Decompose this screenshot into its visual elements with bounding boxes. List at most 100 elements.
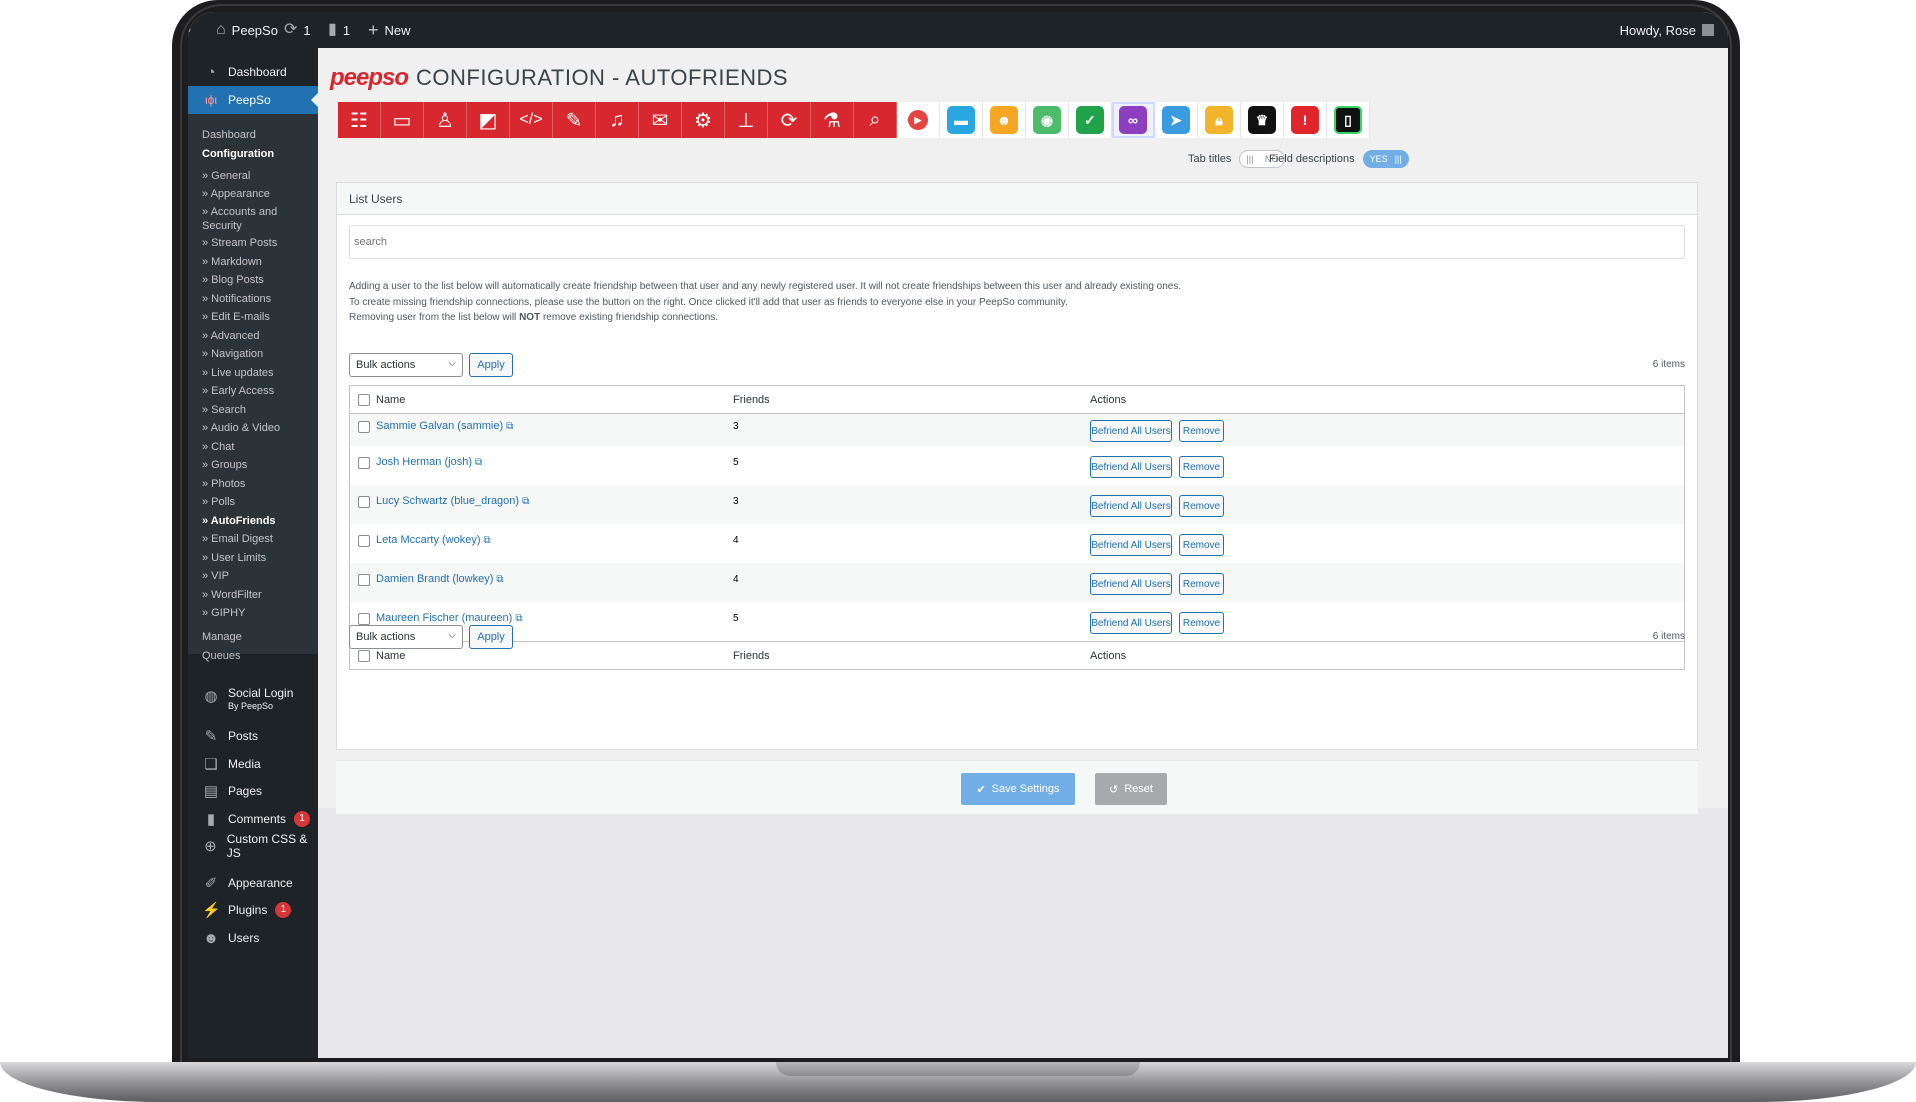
tab-giphy[interactable]: ▯ — [1327, 102, 1370, 138]
user-profile-link[interactable]: Damien Brandt (lowkey) — [376, 573, 493, 585]
submenu-config-item[interactable]: » Email Digest — [202, 532, 312, 546]
submenu-manage[interactable]: Manage — [202, 630, 312, 644]
submenu-config-item[interactable]: » Accounts and Security — [202, 205, 312, 233]
submenu-config-item[interactable]: » Photos — [202, 477, 312, 491]
menu-peepso[interactable]: ιϕι PeepSo — [188, 86, 318, 114]
menu-custom-css[interactable]: ⊕ Custom CSS & JS — [188, 832, 318, 860]
remove-button[interactable]: Remove — [1179, 573, 1224, 595]
row-checkbox[interactable] — [358, 574, 370, 586]
submenu-config-item[interactable]: » AutoFriends — [202, 514, 312, 528]
row-checkbox[interactable] — [358, 496, 370, 508]
reset-button[interactable]: ↺ Reset — [1095, 773, 1167, 805]
tab-polls[interactable]: ✓ — [1069, 102, 1112, 138]
tab-markdown[interactable]: </> — [510, 102, 553, 138]
save-settings-button[interactable]: ✔ Save Settings — [961, 773, 1075, 805]
new-content-link[interactable]: + New — [368, 12, 411, 48]
my-account-link[interactable]: Howdy, Rose — [1620, 12, 1714, 48]
external-link-icon[interactable]: ⧉ — [496, 574, 503, 585]
submenu-config-item[interactable]: » Search — [202, 403, 312, 417]
apply-button-top[interactable]: Apply — [469, 353, 513, 377]
submenu-config-item[interactable]: » User Limits — [202, 551, 312, 565]
submenu-config-item[interactable]: » Notifications — [202, 292, 312, 306]
tab-early-access[interactable]: ⚗ — [811, 102, 854, 138]
external-link-icon[interactable]: ⧉ — [506, 421, 513, 432]
row-checkbox[interactable] — [358, 457, 370, 469]
row-checkbox[interactable] — [358, 535, 370, 547]
submenu-dashboard[interactable]: Dashboard — [202, 128, 312, 142]
befriend-all-users-button[interactable]: Befriend All Users — [1090, 534, 1172, 556]
updates-link[interactable]: ⟳ 1 — [284, 12, 311, 48]
befriend-all-users-button[interactable]: Befriend All Users — [1090, 420, 1172, 442]
submenu-config-item[interactable]: » Groups — [202, 458, 312, 472]
tab-chat[interactable]: ▬ — [940, 102, 983, 138]
external-link-icon[interactable]: ⧉ — [522, 496, 529, 507]
submenu-config-item[interactable]: » Appearance — [202, 187, 312, 201]
tab-navigation[interactable]: ⊥ — [725, 102, 768, 138]
tab-groups[interactable]: ☻ — [983, 102, 1026, 138]
remove-button[interactable]: Remove — [1179, 495, 1224, 517]
menu-users[interactable]: ☻ Users — [188, 924, 318, 952]
bulk-actions-select-top[interactable]: Bulk actions ⌵ — [349, 353, 463, 377]
site-name-link[interactable]: ⌂ PeepSo — [216, 12, 278, 48]
tab-advanced[interactable]: ⚙ — [682, 102, 725, 138]
menu-appearance[interactable]: ✐ Appearance — [188, 869, 318, 897]
external-link-icon[interactable]: ⧉ — [475, 457, 482, 468]
external-link-icon[interactable]: ⧉ — [515, 613, 522, 624]
select-all-checkbox-bottom[interactable] — [358, 650, 370, 662]
tab-search[interactable]: ⌕ — [854, 102, 897, 138]
submenu-config-item[interactable]: » WordFilter — [202, 588, 312, 602]
submenu-queues[interactable]: Queues — [202, 649, 312, 663]
menu-plugins[interactable]: ⚡ Plugins 1 — [188, 896, 318, 924]
submenu-config-item[interactable]: » Early Access — [202, 384, 312, 398]
menu-posts[interactable]: ✎ Posts — [188, 722, 318, 750]
tab-wordfilter[interactable]: ! — [1284, 102, 1327, 138]
remove-button[interactable]: Remove — [1179, 456, 1224, 478]
tab-blog-posts[interactable]: ✎ — [553, 102, 596, 138]
submenu-configuration[interactable]: Configuration — [202, 147, 312, 161]
user-profile-link[interactable]: Josh Herman (josh) — [376, 456, 472, 468]
submenu-config-item[interactable]: » Live updates — [202, 366, 312, 380]
comments-link[interactable]: ▮ 1 — [328, 12, 350, 48]
external-link-icon[interactable]: ⧉ — [484, 535, 491, 546]
wordpress-logo[interactable]: ◕ — [188, 12, 192, 48]
select-all-checkbox[interactable] — [358, 394, 370, 406]
bulk-actions-select-bottom[interactable]: Bulk actions ⌵ — [349, 625, 463, 649]
tab-live-updates[interactable]: ⟳ — [768, 102, 811, 138]
row-checkbox[interactable] — [358, 421, 370, 433]
submenu-config-item[interactable]: » Navigation — [202, 347, 312, 361]
tab-notifications[interactable]: ♫ — [596, 102, 639, 138]
search-input[interactable] — [349, 225, 1685, 259]
tab-accounts[interactable]: ♙ — [424, 102, 467, 138]
menu-dashboard[interactable]: ◔ Dashboard — [188, 58, 318, 86]
tab-user-limits[interactable]: 🔒︎ — [1198, 102, 1241, 138]
field-descriptions-switch[interactable]: YES ||| — [1362, 150, 1409, 168]
submenu-config-item[interactable]: » Edit E-mails — [202, 310, 312, 324]
tab-vip[interactable]: ♛ — [1241, 102, 1284, 138]
submenu-config-item[interactable]: » GIPHY — [202, 606, 312, 620]
row-checkbox[interactable] — [358, 613, 370, 625]
user-profile-link[interactable]: Sammie Galvan (sammie) — [376, 420, 503, 432]
apply-button-bottom[interactable]: Apply — [469, 625, 513, 649]
tab-appearance[interactable]: ▭ — [381, 102, 424, 138]
tab-audio-video[interactable]: ▶ — [897, 102, 940, 138]
befriend-all-users-button[interactable]: Befriend All Users — [1090, 612, 1172, 634]
remove-button[interactable]: Remove — [1179, 612, 1224, 634]
tab-photos[interactable]: ◉ — [1026, 102, 1069, 138]
submenu-config-item[interactable]: » Polls — [202, 495, 312, 509]
tab-autofriends[interactable]: ∞ — [1112, 102, 1155, 138]
submenu-config-item[interactable]: » Stream Posts — [202, 236, 312, 250]
user-profile-link[interactable]: Leta Mccarty (wokey) — [376, 534, 481, 546]
befriend-all-users-button[interactable]: Befriend All Users — [1090, 573, 1172, 595]
menu-comments[interactable]: ▮ Comments 1 — [188, 805, 318, 833]
user-profile-link[interactable]: Maureen Fischer (maureen) — [376, 612, 512, 624]
remove-button[interactable]: Remove — [1179, 420, 1224, 442]
submenu-config-item[interactable]: » Blog Posts — [202, 273, 312, 287]
befriend-all-users-button[interactable]: Befriend All Users — [1090, 495, 1172, 517]
tab-emails[interactable]: ✉ — [639, 102, 682, 138]
submenu-config-item[interactable]: » General — [202, 169, 312, 183]
menu-social-login[interactable]: ◍ Social Login By PeepSo — [188, 684, 318, 718]
tab-stream-posts[interactable]: ◩ — [467, 102, 510, 138]
submenu-config-item[interactable]: » Markdown — [202, 255, 312, 269]
submenu-config-item[interactable]: » Audio & Video — [202, 421, 312, 435]
remove-button[interactable]: Remove — [1179, 534, 1224, 556]
